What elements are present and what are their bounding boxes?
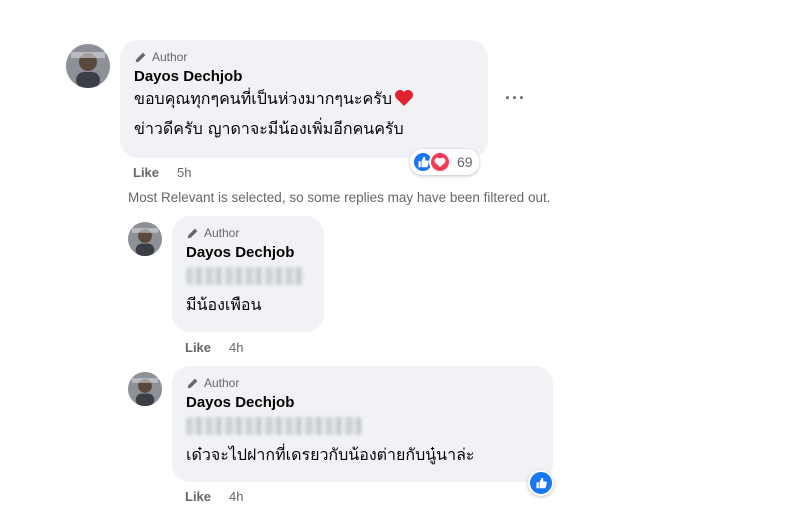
author-tag-label: Author xyxy=(204,226,239,240)
reply-text: มีน้องเพือน xyxy=(186,291,310,318)
like-button[interactable]: Like xyxy=(185,489,211,504)
blurred-text xyxy=(186,267,304,285)
more-options-button[interactable]: ··· xyxy=(505,88,526,109)
reply-reaction-badge[interactable] xyxy=(528,470,554,496)
blurred-text xyxy=(186,417,362,435)
thumbs-up-icon xyxy=(535,477,547,489)
avatar[interactable] xyxy=(66,44,110,88)
reply-bubble: Author Dayos Dechjob เด๋วจะไปฝากที่เดรยว… xyxy=(172,366,553,482)
commenter-name[interactable]: Dayos Dechjob xyxy=(186,394,539,411)
comment-text-line: ขอบคุณทุกๆคนที่เป็นห่วงมากๆนะครับ xyxy=(134,85,474,115)
author-tag: Author xyxy=(186,375,539,391)
pencil-icon xyxy=(186,227,199,240)
avatar-photo xyxy=(66,44,110,88)
like-button[interactable]: Like xyxy=(133,165,159,180)
comment-text-line-2: ข่าวดีครับ ญาดาจะมีน้องเพิ่มอีกคนครับ xyxy=(134,115,474,142)
avatar[interactable] xyxy=(128,222,162,256)
commenter-name[interactable]: Dayos Dechjob xyxy=(134,68,474,85)
author-tag-label: Author xyxy=(152,50,187,64)
pencil-icon xyxy=(186,377,199,390)
reply-bubble: Author Dayos Dechjob มีน้องเพือน xyxy=(172,216,324,332)
reply-timestamp[interactable]: 4h xyxy=(229,489,243,504)
author-tag: Author xyxy=(186,225,310,241)
reaction-summary[interactable]: 69 xyxy=(410,149,479,175)
pencil-icon xyxy=(134,51,147,64)
avatar-photo xyxy=(128,372,162,406)
comment-text-line-1: ขอบคุณทุกๆคนที่เป็นห่วงมากๆนะครับ xyxy=(134,89,392,108)
reply-text: เด๋วจะไปฝากที่เดรยวกับน้องต่ายกับนู๋นาล่… xyxy=(186,441,539,468)
author-tag: Author xyxy=(134,49,474,65)
reply-actions: Like 4h xyxy=(185,340,243,355)
like-button[interactable]: Like xyxy=(185,340,211,355)
comment-actions: Like 5h xyxy=(133,165,191,180)
comment-bubble: Author Dayos Dechjob ขอบคุณทุกๆคนที่เป็น… xyxy=(120,40,488,158)
reaction-count: 69 xyxy=(457,154,473,170)
avatar-photo xyxy=(128,222,162,256)
reply-timestamp[interactable]: 4h xyxy=(229,340,243,355)
author-tag-label: Author xyxy=(204,376,239,390)
comment-timestamp[interactable]: 5h xyxy=(177,165,191,180)
reply-actions: Like 4h xyxy=(185,489,243,504)
heart-emoji-icon xyxy=(394,88,414,115)
filter-note: Most Relevant is selected, so some repli… xyxy=(128,190,550,205)
heart-icon xyxy=(429,151,451,173)
avatar[interactable] xyxy=(128,372,162,406)
commenter-name[interactable]: Dayos Dechjob xyxy=(186,244,310,261)
